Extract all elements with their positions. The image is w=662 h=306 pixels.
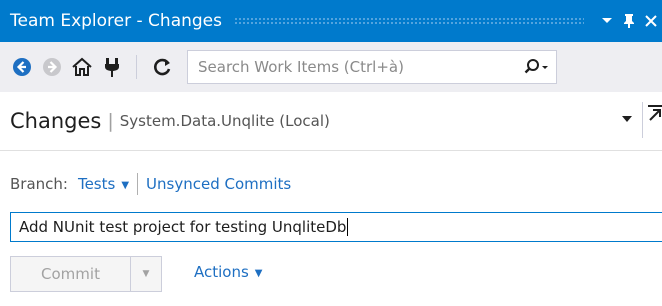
window-title-bar: Team Explorer - Changes: [0, 0, 662, 42]
title-grip[interactable]: [234, 17, 584, 25]
commit-message-input[interactable]: Add NUnit test project for testing Unqli…: [10, 212, 662, 242]
text-cursor: [347, 218, 349, 236]
toolbar: Search Work Items (Ctrl+à): [0, 42, 662, 92]
toolbar-separator: [136, 55, 137, 79]
repository-context: System.Data.Unqlite (Local): [119, 112, 330, 130]
search-work-items-input[interactable]: Search Work Items (Ctrl+à): [187, 50, 557, 84]
actions-dropdown-icon[interactable]: ▼: [255, 268, 263, 279]
page-header: Changes | System.Data.Unqlite (Local): [0, 92, 662, 150]
close-icon[interactable]: [640, 10, 662, 32]
header-separator: [642, 102, 643, 138]
window-title: Team Explorer - Changes: [10, 11, 223, 31]
commit-dropdown-icon[interactable]: ▼: [131, 269, 161, 279]
search-icon[interactable]: [516, 58, 556, 76]
commit-button[interactable]: Commit: [11, 257, 131, 291]
branch-dropdown-icon[interactable]: ▼: [121, 180, 129, 191]
actions-menu[interactable]: Actions ▼: [194, 263, 263, 281]
connect-icon[interactable]: [98, 53, 126, 81]
branch-separator: [137, 173, 139, 195]
pin-icon[interactable]: [618, 10, 640, 32]
page-dropdown-icon[interactable]: [622, 112, 632, 126]
branch-label: Branch:: [10, 175, 68, 193]
branch-name-link[interactable]: Tests: [78, 175, 115, 193]
title-separator: |: [107, 110, 114, 132]
unsynced-commits-link[interactable]: Unsynced Commits: [146, 175, 291, 193]
forward-icon[interactable]: [38, 53, 66, 81]
window-dropdown-icon[interactable]: [596, 10, 618, 32]
collapse-icon[interactable]: [648, 104, 662, 128]
home-icon[interactable]: [68, 53, 96, 81]
commit-split-button[interactable]: Commit ▼: [10, 256, 162, 292]
page-title: Changes: [10, 109, 102, 133]
search-placeholder: Search Work Items (Ctrl+à): [198, 58, 404, 76]
refresh-icon[interactable]: [149, 53, 177, 81]
header-divider: [0, 150, 662, 151]
branch-row: Branch: Tests ▼ Unsynced Commits: [10, 172, 291, 196]
back-icon[interactable]: [8, 53, 36, 81]
actions-link[interactable]: Actions: [194, 263, 249, 281]
commit-message-text: Add NUnit test project for testing Unqli…: [19, 218, 347, 236]
